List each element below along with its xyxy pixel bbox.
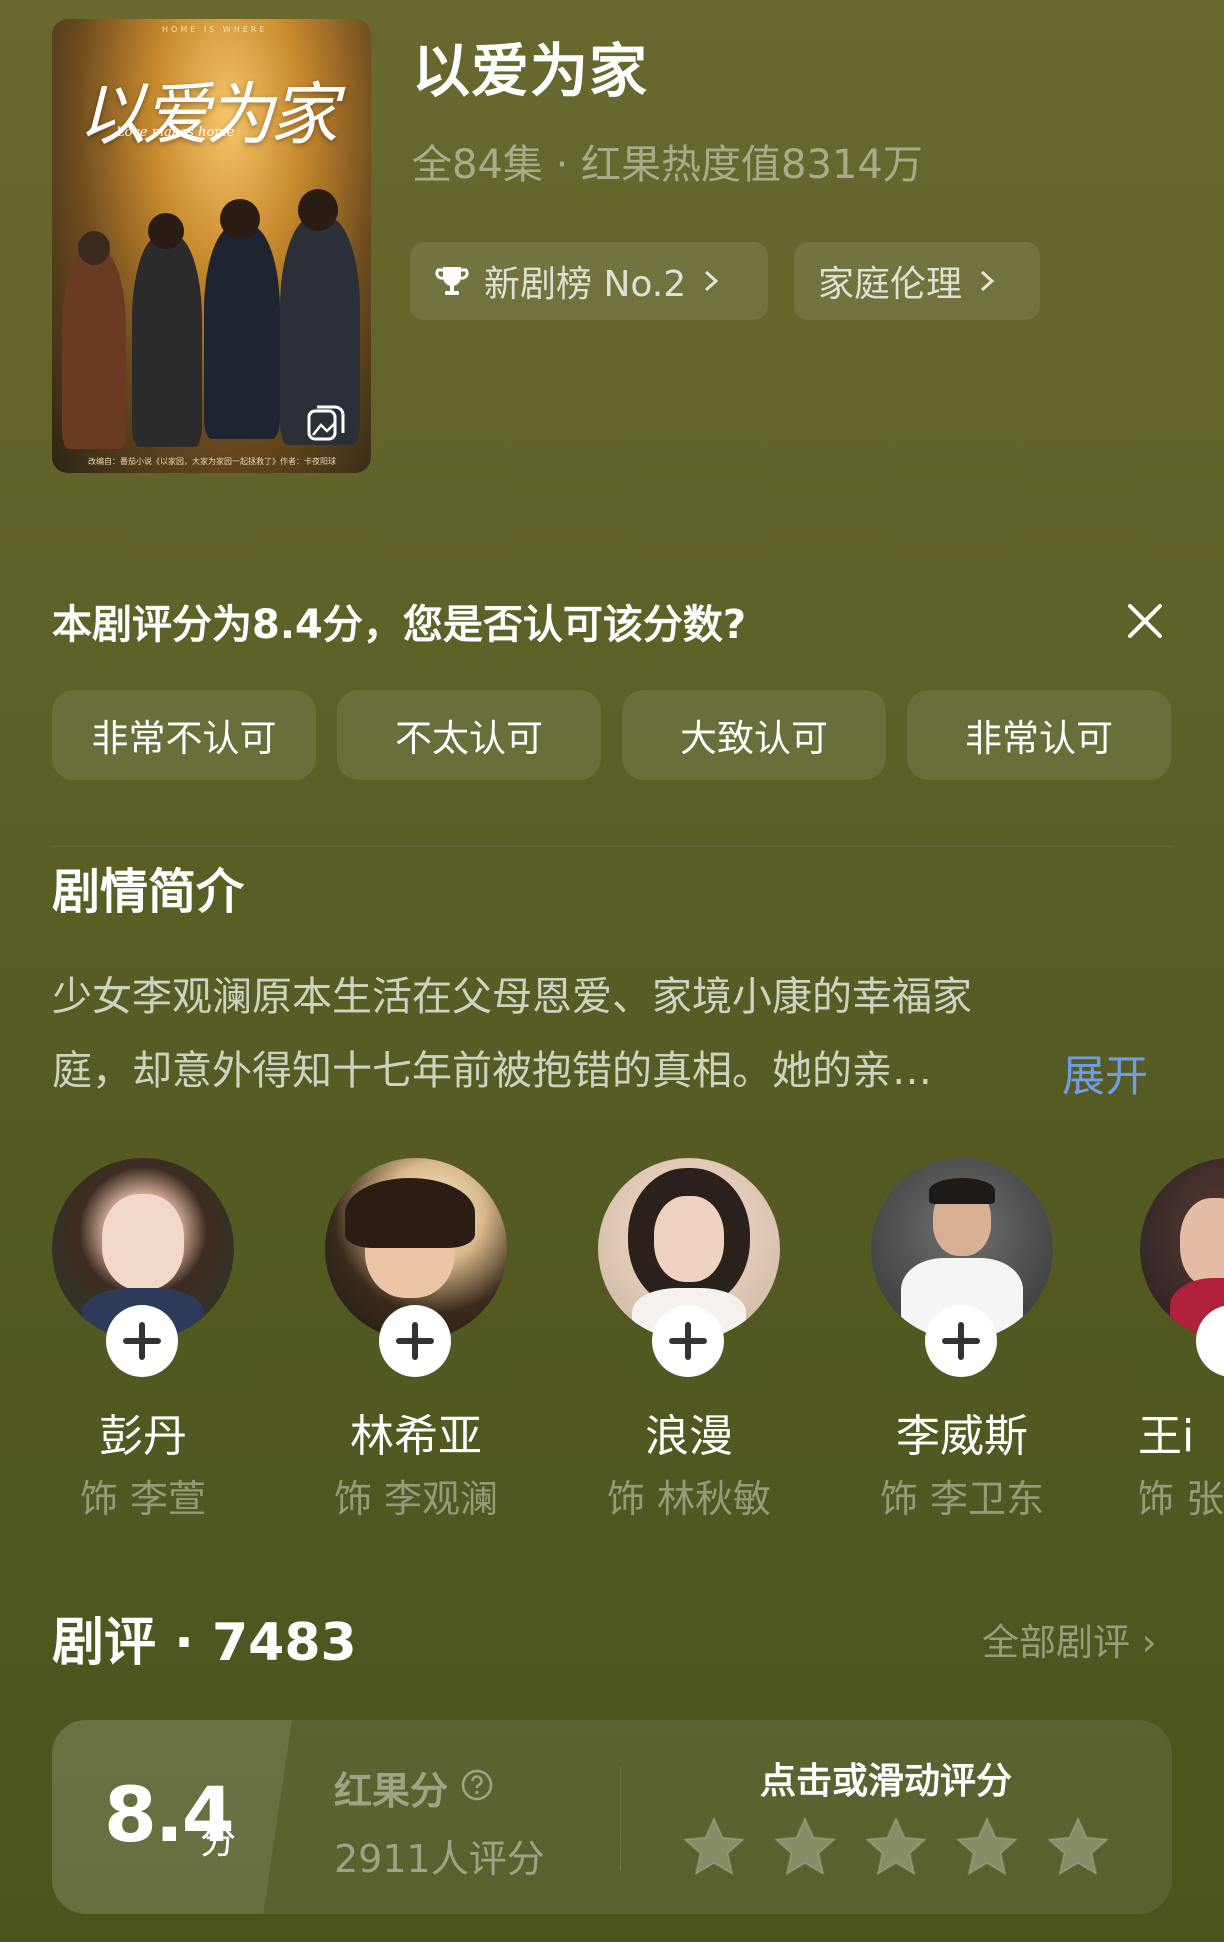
star-3-icon[interactable] [862, 1814, 930, 1880]
plus-icon [123, 1322, 161, 1360]
score-unit: 分 [200, 1821, 237, 1862]
episode-heat-meta: 全84集 · 红果热度值8314万 [412, 142, 923, 188]
cast-name: 王i [1140, 1411, 1195, 1462]
synopsis-line-1: 少女李观澜原本生活在父母恩爱、家境小康的幸福家 [52, 974, 972, 1020]
cast-member[interactable]: 王i 饰 张 [1140, 1158, 1224, 1558]
cast-role: 饰 林秋敏 [606, 1477, 772, 1521]
option-strongly-disagree[interactable]: 非常不认可 [52, 690, 316, 780]
gallery-icon[interactable] [305, 401, 349, 445]
expand-link[interactable]: 展开 [1062, 1042, 1148, 1104]
close-icon[interactable] [1124, 600, 1166, 642]
poster-figure-head [220, 199, 260, 239]
cast-name: 浪漫 [645, 1411, 733, 1462]
poster-bottom-caption: 改编自：番茄小说《以家园，大家为家园一起拯救了》作者：卡夜阳球 [88, 457, 336, 466]
cast-role: 饰 张 [1140, 1477, 1224, 1521]
option-agree[interactable]: 大致认可 [622, 690, 886, 780]
poster-title-art: 以爱为家 [78, 76, 338, 155]
rating-count: 2911人评分 [334, 1837, 545, 1881]
ranking-chip-label: 新剧榜 No.2 [484, 264, 687, 305]
follow-button[interactable] [925, 1305, 997, 1377]
synopsis-title: 剧情简介 [52, 864, 245, 920]
cast-role: 饰 李萱 [79, 1477, 207, 1521]
star-2-icon[interactable] [771, 1814, 839, 1880]
reviews-title: 剧评 · 7483 [52, 1613, 357, 1673]
cast-name: 彭丹 [99, 1411, 187, 1462]
poster-figure-head [148, 213, 184, 249]
poster-top-caption: HOME IS WHERE [162, 25, 268, 34]
all-reviews-link[interactable]: 全部剧评 › [982, 1612, 1157, 1666]
synopsis-text: 少女李观澜原本生活在父母恩爱、家境小康的幸福家 庭，却意外得知十七年前被抱错的真… [52, 960, 1092, 1108]
trophy-icon [435, 267, 469, 295]
synopsis-line-2: 庭，却意外得知十七年前被抱错的真相。她的亲… [52, 1048, 932, 1094]
poster-image[interactable]: HOME IS WHERE 以爱为家 Love makes home 改编自：番… [52, 19, 371, 473]
genre-chip[interactable]: 家庭伦理 [794, 242, 1040, 320]
cast-role: 饰 李观澜 [333, 1477, 499, 1521]
score-label: 红果分 [334, 1769, 449, 1813]
follow-button[interactable] [379, 1305, 451, 1377]
divider [620, 1766, 621, 1870]
plus-icon [396, 1322, 434, 1360]
chevron-right-icon [981, 270, 995, 292]
follow-button[interactable] [106, 1305, 178, 1377]
option-strongly-agree[interactable]: 非常认可 [907, 690, 1171, 780]
plus-icon [669, 1322, 707, 1360]
chevron-right-icon [705, 270, 719, 292]
cast-name: 林希亚 [350, 1411, 482, 1462]
poster-subtitle-art: Love makes home [116, 125, 235, 140]
show-title: 以爱为家 [412, 37, 649, 105]
poster-figure [132, 235, 202, 447]
star-5-icon[interactable] [1044, 1814, 1112, 1880]
poster-figure [62, 249, 126, 449]
cast-name: 李威斯 [896, 1411, 1028, 1462]
poster-figure-head [78, 231, 110, 265]
option-disagree[interactable]: 不太认可 [337, 690, 601, 780]
cast-role: 饰 李卫东 [879, 1477, 1045, 1521]
follow-button[interactable] [652, 1305, 724, 1377]
divider [52, 846, 1172, 847]
rating-question: 本剧评分为8.4分，您是否认可该分数? [52, 602, 747, 648]
plus-icon [942, 1322, 980, 1360]
star-1-icon[interactable] [680, 1814, 748, 1880]
ranking-chip[interactable]: 新剧榜 No.2 [410, 242, 768, 320]
genre-chip-label: 家庭伦理 [818, 264, 963, 305]
help-icon[interactable] [460, 1768, 494, 1802]
star-4-icon[interactable] [953, 1814, 1021, 1880]
poster-figure-head [298, 189, 338, 231]
rate-prompt: 点击或滑动评分 [760, 1761, 1013, 1802]
poster-figure [204, 225, 280, 439]
